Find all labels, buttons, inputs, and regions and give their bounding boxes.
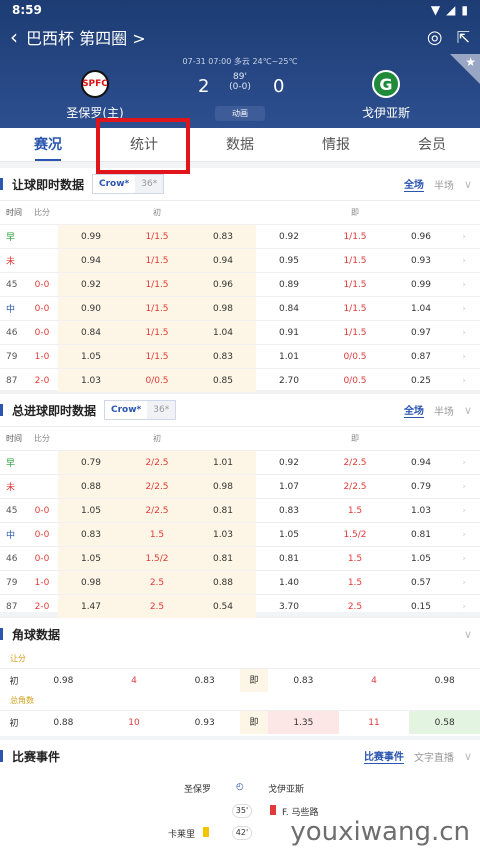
page-title[interactable]: 巴西杯 第四圈 >: [26, 25, 146, 49]
chevron-right-icon: ›: [462, 255, 466, 266]
chevron-right-icon: ›: [462, 481, 466, 492]
match-header: 8:59 ▼ ◢ ▮ ‹ 巴西杯 第四圈 > ◎ ⇱ ★ 07-31 07:00…: [0, 0, 480, 128]
tab-events[interactable]: 比赛事件: [363, 748, 404, 764]
battery-icon: ▮: [461, 3, 468, 17]
table-row[interactable]: 早 0.79 2/2.5 1.01 0.92 2/2.5 0.94 ›: [0, 450, 480, 474]
handicap-section: 让球即时数据 Crow* 36* 全场 半场 ∨ 时间 比分 初 即 早 0.99 1…: [0, 168, 480, 392]
chevron-right-icon: ›: [462, 303, 466, 314]
events-section: 比赛事件 比赛事件 文字直播 ∨ 圣保罗 ◴ 戈伊亚斯 35' F. 马些路 卡…: [0, 740, 480, 853]
chevron-right-icon: ›: [462, 553, 466, 564]
table-row[interactable]: 中 0-0 0.83 1.5 1.03 1.05 1.5/2 0.81 ›: [0, 522, 480, 546]
status-time: 8:59: [12, 3, 42, 17]
chevron-down-icon[interactable]: ∨: [464, 628, 472, 641]
table-row[interactable]: 46 0-0 1.05 1.5/2 0.81 0.81 1.5 1.05 ›: [0, 546, 480, 570]
corner-total-row[interactable]: 初 0.88 10 0.93 即 1.35 11 0.58: [0, 710, 480, 734]
title-bar: ‹ 巴西杯 第四圈 > ◎ ⇱: [0, 20, 480, 54]
corner-section: 角球数据 ∨ 让分 初 0.98 4 0.83 即 0.83 4 0.98 总角…: [0, 618, 480, 736]
tab-text-live[interactable]: 文字直播: [414, 749, 454, 764]
table-row[interactable]: 未 0.94 1/1.5 0.94 0.95 1/1.5 0.93 ›: [0, 248, 480, 272]
corner-handicap-label: 让分: [10, 654, 26, 663]
away-score: 0: [273, 76, 285, 97]
table-row[interactable]: 中 0-0 0.90 1/1.5 0.98 0.84 1/1.5 1.04 ›: [0, 296, 480, 320]
tab-bar: 赛况 统计 数据 情报 会员: [0, 128, 480, 162]
chevron-right-icon: ›: [462, 327, 466, 338]
table-row[interactable]: 46 0-0 0.84 1/1.5 1.04 0.91 1/1.5 0.97 ›: [0, 320, 480, 344]
home-logo-icon: SPFC: [81, 70, 109, 98]
bookmaker-switch[interactable]: Crow* 36*: [104, 400, 177, 420]
chevron-down-icon[interactable]: ∨: [464, 404, 472, 417]
table-row[interactable]: 45 0-0 0.92 1/1.5 0.96 0.89 1/1.5 0.99 ›: [0, 272, 480, 296]
chevron-right-icon: ›: [462, 457, 466, 468]
yellow-card-icon: [203, 827, 209, 837]
half-time-tab[interactable]: 半场: [434, 177, 454, 192]
away-team-name: 戈伊亚斯: [361, 106, 410, 120]
table-row[interactable]: 79 1-0 1.05 1/1.5 0.83 1.01 0/0.5 0.87 ›: [0, 344, 480, 368]
tab-member[interactable]: 会员: [384, 128, 480, 161]
section-title: 总进球即时数据: [12, 403, 97, 418]
full-time-tab[interactable]: 全场: [403, 176, 424, 192]
tab-intel[interactable]: 情报: [288, 128, 384, 161]
chevron-down-icon[interactable]: ∨: [464, 178, 472, 191]
home-score: 2: [198, 76, 210, 97]
chevron-right-icon: ›: [462, 375, 466, 386]
chevron-right-icon: ›: [462, 505, 466, 516]
chevron-right-icon: ›: [462, 231, 466, 242]
column-header: 时间 比分 初 即: [0, 426, 480, 450]
share-icon[interactable]: ⇱: [457, 28, 470, 47]
red-card-icon: [270, 805, 276, 815]
home-team[interactable]: SPFC 圣保罗(主): [35, 70, 155, 121]
match-info: 07-31 07:00 多云 24℃~25℃ SPFC 圣保罗(主) 2 89'…: [0, 54, 480, 128]
half-time-tab[interactable]: 半场: [434, 403, 454, 418]
animation-button[interactable]: 动画: [215, 106, 265, 121]
full-time-tab[interactable]: 全场: [403, 402, 424, 418]
chevron-right-icon: ›: [462, 529, 466, 540]
wifi-icon: ▼: [430, 3, 441, 17]
match-minute: 89' (0-0): [229, 72, 251, 92]
match-datetime: 07-31 07:00 多云 24℃~25℃: [182, 57, 298, 66]
table-row[interactable]: 87 2-0 1.47 2.5 0.54 3.70 2.5 0.15 ›: [0, 594, 480, 618]
chevron-right-icon: ›: [462, 279, 466, 290]
status-bar: 8:59 ▼ ◢ ▮: [0, 0, 480, 20]
table-row[interactable]: 45 0-0 1.05 2/2.5 0.81 0.83 1.5 1.03 ›: [0, 498, 480, 522]
section-title: 让球即时数据: [12, 177, 85, 192]
away-logo-icon: G: [372, 70, 400, 98]
section-title: 比赛事件: [12, 749, 61, 764]
signal-icon: ◢: [446, 3, 456, 17]
watermark: youxiwang.cn: [290, 817, 470, 847]
highlight-box: [96, 118, 190, 174]
total-goals-section: 总进球即时数据 Crow* 36* 全场 半场 ∨ 时间 比分 初 即 早 0.79…: [0, 394, 480, 618]
events-away: 戈伊亚斯: [268, 785, 305, 795]
tab-data[interactable]: 数据: [192, 128, 288, 161]
bookmaker-switch[interactable]: Crow* 36*: [92, 174, 165, 194]
target-icon[interactable]: ◎: [427, 27, 443, 48]
table-row[interactable]: 早 0.99 1/1.5 0.83 0.92 1/1.5 0.96 ›: [0, 224, 480, 248]
chevron-right-icon: ›: [462, 351, 466, 362]
corner-handicap-row[interactable]: 初 0.98 4 0.83 即 0.83 4 0.98: [0, 668, 480, 692]
tab-live[interactable]: 赛况: [0, 128, 96, 161]
table-row[interactable]: 87 2-0 1.03 0/0.5 0.85 2.70 0/0.5 0.25 ›: [0, 368, 480, 392]
chevron-right-icon: ›: [462, 601, 466, 612]
back-icon[interactable]: ‹: [10, 25, 18, 49]
corner-total-label: 总角数: [10, 696, 34, 705]
table-row[interactable]: 未 0.88 2/2.5 0.98 1.07 2/2.5 0.79 ›: [0, 474, 480, 498]
chevron-right-icon: ›: [462, 577, 466, 588]
clock-icon: ◴: [236, 782, 244, 792]
events-home: 圣保罗: [184, 785, 212, 795]
column-header: 时间 比分 初 即: [0, 200, 480, 224]
chevron-down-icon[interactable]: ∨: [464, 750, 472, 763]
away-team[interactable]: G 戈伊亚斯: [326, 70, 446, 121]
section-title: 角球数据: [12, 627, 61, 642]
table-row[interactable]: 79 1-0 0.98 2.5 0.88 1.40 1.5 0.57 ›: [0, 570, 480, 594]
